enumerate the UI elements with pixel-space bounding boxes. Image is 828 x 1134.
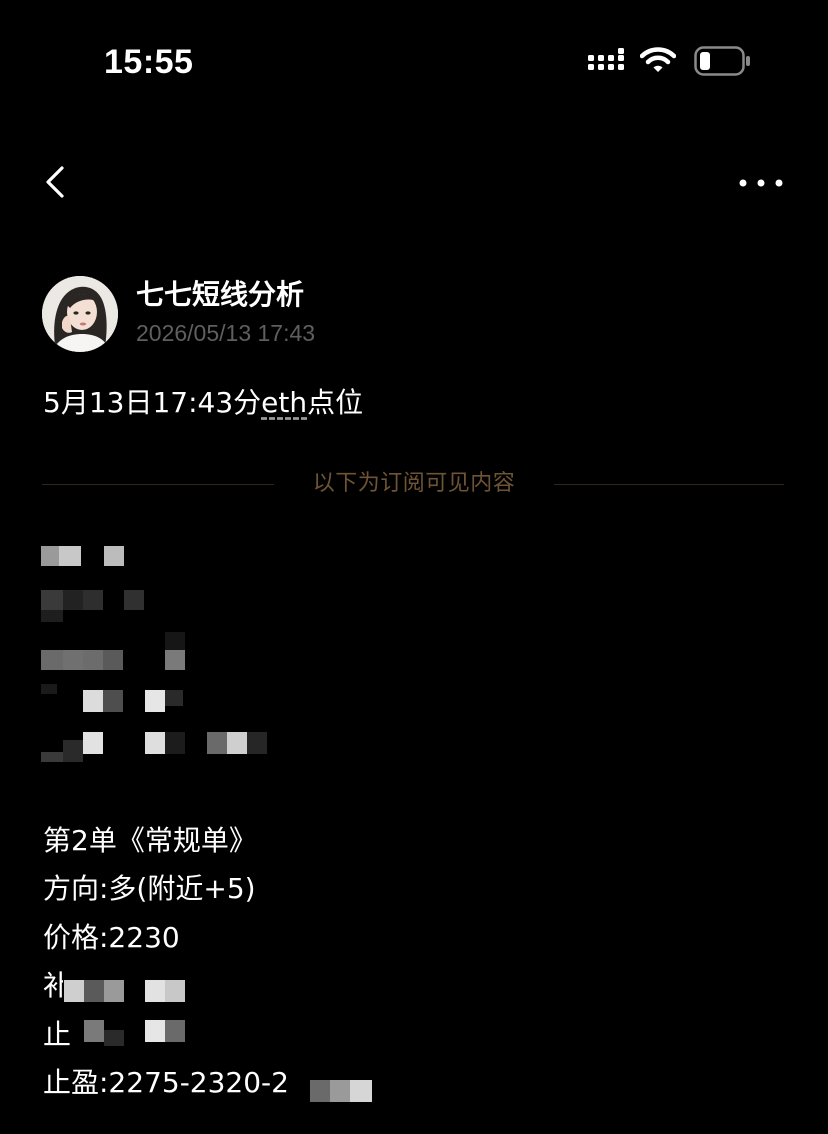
avatar[interactable]	[42, 276, 118, 352]
status-time: 15:55	[104, 43, 194, 81]
post-timestamp: 2026/05/13 17:43	[136, 320, 316, 346]
divider-line-left	[42, 484, 274, 485]
avatar-portrait-image	[42, 276, 118, 352]
wifi-icon	[640, 47, 676, 72]
battery-icon	[694, 46, 750, 76]
post-title: 5月13日17:43分eth点位	[43, 383, 363, 423]
order-direction: 方向:多(附近+5)	[43, 872, 256, 905]
post-title-suffix: 点位	[307, 386, 364, 419]
chevron-left-icon	[46, 166, 64, 198]
order-line5-partial-text: 止	[43, 1018, 72, 1051]
divider-line-right	[554, 484, 784, 485]
subscription-divider-label: 以下为订阅可见内容	[312, 471, 516, 496]
more-dots-icon	[739, 179, 783, 187]
order-line5-obscured: 止	[43, 1015, 71, 1055]
obscured-content-mosaic	[0, 0, 828, 1134]
order-price: 价格:2230	[43, 921, 180, 954]
order-heading: 第2单《常规单》	[43, 824, 257, 857]
order-take-profit: 止盈:2275-2320-2	[43, 1066, 289, 1099]
order-line4-partial-text: 补	[43, 969, 63, 1002]
post-title-prefix: 5月13日17:43分	[43, 386, 262, 419]
eth-tag-link[interactable]: eth	[261, 386, 307, 419]
status-icons	[588, 44, 758, 80]
order-stop-loss-obscured: 补	[43, 966, 63, 1006]
more-options-button[interactable]	[738, 168, 784, 198]
author-name[interactable]: 七七短线分析	[136, 276, 304, 314]
signal-icon	[588, 48, 624, 70]
back-button[interactable]	[36, 160, 80, 204]
